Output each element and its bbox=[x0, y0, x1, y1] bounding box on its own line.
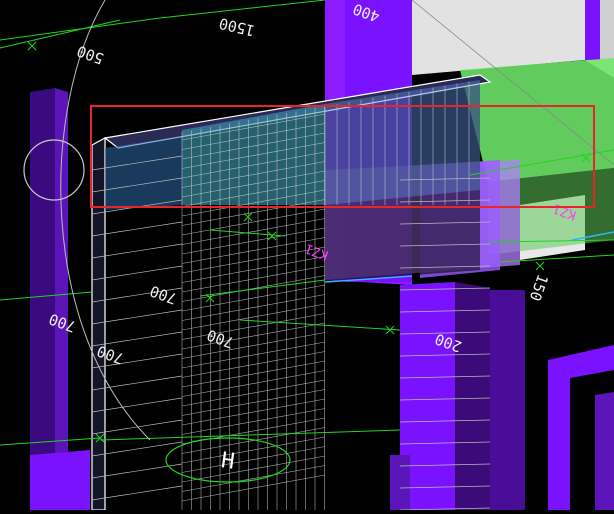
lower-center-column[interactable] bbox=[400, 282, 525, 510]
bottom-right-block[interactable] bbox=[548, 345, 614, 510]
cad-canvas[interactable]: H 500 1500 400 700 700 700 700 200 150 K… bbox=[0, 0, 614, 511]
cad-3d-viewport[interactable]: H 500 1500 400 700 700 700 700 200 150 K… bbox=[0, 0, 614, 511]
